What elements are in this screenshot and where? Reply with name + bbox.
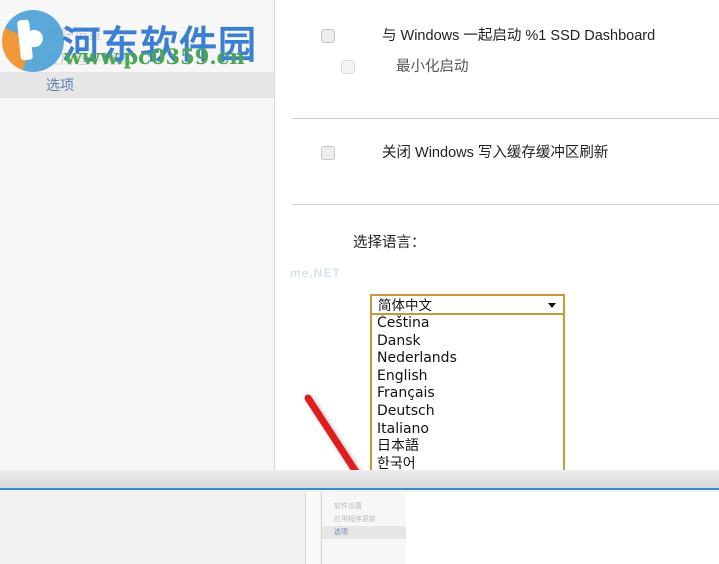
background-window-main-pane [0,492,306,564]
language-select-value: 简体中文 [378,298,432,313]
section-divider-top [292,118,719,119]
background-sidebar-item-options[interactable]: 选项 [322,526,406,539]
background-sidebar-item-software-settings[interactable]: 软件设置 [322,500,406,513]
sidebar-item-label: 选项 [46,77,74,93]
language-option[interactable]: Čeština [372,315,563,333]
language-option[interactable]: Nederlands [372,350,563,368]
chevron-down-icon[interactable] [548,303,556,308]
background-sidebar-item-label: 选项 [334,529,348,536]
background-sidebar-item-application-update[interactable]: 应用程序更新 [322,513,406,526]
background-window-right-pane [406,492,719,564]
background-window-gap-pane [306,492,320,564]
checkbox-autostart[interactable] [321,29,335,43]
background-sidebar-item-label: 软件设置 [334,503,362,510]
watermark-url-text: www.pc0359.cn [64,44,245,69]
background-window-sidebar: 软件设置 应用程序更新 选项 [321,492,406,564]
watermark-logo-icon [2,10,64,72]
sidebar-item-options[interactable]: 选项 [0,72,274,98]
background-sidebar-item-label: 应用程序更新 [334,516,376,523]
checkbox-start-minimized-label: 最小化启动 [396,59,469,75]
language-option[interactable]: English [372,368,563,386]
checkbox-write-cache-flush[interactable] [321,146,335,160]
checkbox-row-autostart[interactable]: 与 Windows 一起启动 %1 SSD Dashboard [321,29,655,43]
checkbox-start-minimized[interactable] [341,60,355,74]
checkbox-autostart-label: 与 Windows 一起启动 %1 SSD Dashboard [382,28,656,44]
section-divider-bottom [292,204,719,205]
language-select[interactable]: 简体中文 [370,294,565,315]
background-window-titlebar-strip [0,470,719,488]
checkbox-row-write-cache-flush[interactable]: 关闭 Windows 写入缓存缓冲区刷新 [321,146,608,160]
watermark-faint-text: me.NET [290,266,341,280]
checkbox-row-start-minimized[interactable]: 最小化启动 [341,60,469,74]
background-window[interactable]: 软件设置 应用程序更新 选项 [0,488,719,564]
language-option[interactable]: Dansk [372,333,563,351]
checkbox-write-cache-flush-label: 关闭 Windows 写入缓存缓冲区刷新 [382,145,609,161]
language-section-label: 选择语言： [353,235,426,251]
